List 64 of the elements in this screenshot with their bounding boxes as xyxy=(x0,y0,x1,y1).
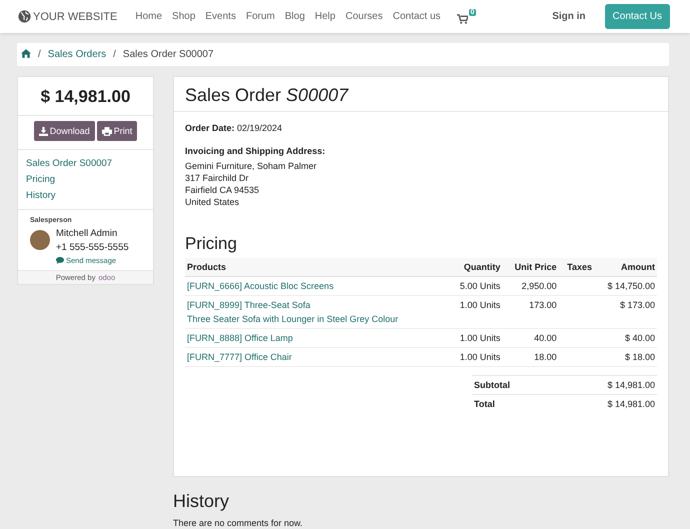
breadcrumb-link[interactable]: Sales Orders xyxy=(48,49,106,60)
column-header: Products xyxy=(185,258,448,276)
download-button[interactable]: Download xyxy=(34,121,95,141)
nav-link[interactable]: Forum xyxy=(246,11,275,22)
table-cell: $ 14,750.00 xyxy=(594,276,657,296)
site-logo[interactable]: YOUR WEBSITE xyxy=(18,10,118,23)
address-label: Invoicing and Shipping Address: xyxy=(185,146,326,156)
table-cell: 40.00 xyxy=(502,328,559,348)
salesperson-name: Mitchell Admin xyxy=(56,227,118,241)
column-header: Quantity xyxy=(448,258,502,276)
speech-bubble-icon xyxy=(56,257,64,264)
table-cell: $ 173.00 xyxy=(594,296,657,328)
nav-link[interactable]: Contact us xyxy=(392,11,441,22)
order-total: $ 14,981.00 xyxy=(40,87,132,107)
product-link[interactable]: [FURN_8888] Office Lamp xyxy=(187,333,293,343)
table-cell: 1.00 Units xyxy=(448,348,502,366)
table-cell: 1.00 Units xyxy=(448,296,502,328)
download-icon xyxy=(38,126,48,136)
total-label: Total xyxy=(472,394,553,413)
product-description: Three Seater Sofa with Lounger in Steel Grey Colour xyxy=(187,314,400,324)
history-message: There are no comments for now. xyxy=(173,518,304,528)
total-value: $ 14,981.00 xyxy=(552,376,657,394)
table-cell: 173.00 xyxy=(502,296,559,328)
total-value: $ 14,981.00 xyxy=(552,394,657,413)
nav-link[interactable]: Help xyxy=(314,11,336,22)
nav-link[interactable]: Events xyxy=(205,11,236,22)
column-header: Taxes xyxy=(558,258,594,276)
breadcrumb-separator: / xyxy=(38,49,41,60)
table-cell: $ 18.00 xyxy=(594,348,657,366)
section-link[interactable]: History xyxy=(26,190,145,201)
salesperson-phone: +1 555-555-5555 xyxy=(56,241,129,255)
nav-link[interactable]: Shop xyxy=(172,11,196,22)
column-header: Unit Price xyxy=(502,258,559,276)
section-link[interactable]: Pricing xyxy=(26,174,145,185)
nav-link[interactable]: Home xyxy=(135,11,162,22)
order-title: Sales Order S00007 xyxy=(185,85,350,106)
nav-link[interactable]: Courses xyxy=(345,11,383,22)
product-link[interactable]: [FURN_8999] Three-Seat Sofa xyxy=(187,300,310,310)
table-cell: 18.00 xyxy=(502,348,559,366)
table-cell: 2,950.00 xyxy=(502,276,559,296)
column-header: Amount xyxy=(594,258,657,276)
section-link[interactable]: Sales Order S00007 xyxy=(26,158,145,169)
cart-icon xyxy=(456,14,468,24)
breadcrumb-current: Sales Order S00007 xyxy=(122,49,214,60)
order-date: Order Date: 02/19/2024 xyxy=(185,123,284,133)
address-text: Gemini Furniture, Soham Palmer 317 Fairchild Dr Fairfield CA 94535 United States xyxy=(185,160,318,208)
product-link[interactable]: [FURN_7777] Office Chair xyxy=(187,352,292,362)
nav-link[interactable]: Blog xyxy=(284,11,305,22)
product-link[interactable]: [FURN_6666] Acoustic Bloc Screens xyxy=(187,281,334,291)
table-cell: 5.00 Units xyxy=(448,276,502,296)
section-heading: Pricing xyxy=(185,234,238,254)
printer-icon xyxy=(102,126,112,136)
contact-us-button[interactable]: Contact Us xyxy=(604,4,670,29)
breadcrumb-separator: / xyxy=(113,49,116,60)
section-heading: History xyxy=(173,491,230,512)
sign-in-link[interactable]: Sign in xyxy=(552,11,586,22)
total-label: Subtotal xyxy=(472,376,553,394)
home-link[interactable] xyxy=(21,48,31,60)
home-icon xyxy=(21,48,31,58)
table-cell: $ 40.00 xyxy=(594,328,657,348)
globe-icon xyxy=(18,10,31,23)
table-cell: 1.00 Units xyxy=(448,328,502,348)
avatar-placeholder xyxy=(30,230,50,250)
print-button[interactable]: Print xyxy=(96,121,138,141)
